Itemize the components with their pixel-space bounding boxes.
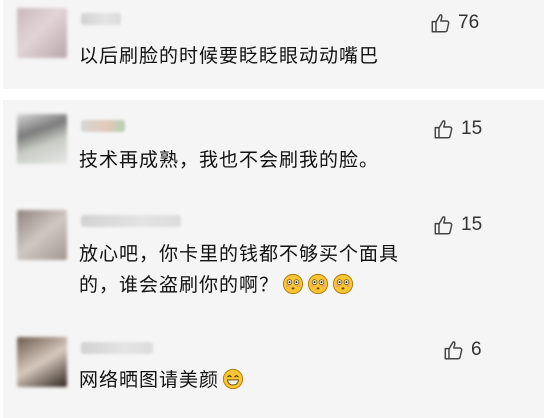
- comment-text-line: 的，谁会盗刷你的啊？: [79, 270, 504, 301]
- comment-text-line: 放心吧，你卡里的钱都不够买个面具: [79, 243, 400, 265]
- like-count: 15: [461, 118, 483, 139]
- thumbs-up-icon: [434, 120, 453, 139]
- comment-text: 技术再成熟，我也不会刷我的脸。: [79, 149, 380, 171]
- username-blurred[interactable]: [81, 342, 153, 354]
- like-count: 6: [471, 339, 482, 360]
- avatar[interactable]: [17, 210, 67, 260]
- like-count: 15: [461, 214, 483, 235]
- username-blurred[interactable]: [81, 13, 121, 25]
- comment-3: 15 放心吧，你卡里的钱都不够买个面具 的，谁会盗刷你的啊？: [3, 200, 544, 320]
- comment-text: 放心吧，你卡里的钱都不够买个面具 的，谁会盗刷你的啊？: [79, 239, 504, 301]
- comment-card: 76 以后刷脸的时候要眨眨眼动动嘴巴: [3, 0, 544, 89]
- flushed-face-icon: [282, 273, 304, 295]
- like-count: 76: [458, 12, 480, 33]
- avatar[interactable]: [17, 114, 67, 164]
- flushed-face-icon: [332, 273, 354, 295]
- username-blurred[interactable]: [81, 120, 125, 132]
- comment-2: 15 技术再成熟，我也不会刷我的脸。: [3, 100, 544, 195]
- comment-4: 6 网络晒图请美颜: [3, 325, 544, 418]
- username-blurred[interactable]: [81, 215, 181, 227]
- thumbs-up-icon: [434, 216, 453, 235]
- comment-text-segment: 的，谁会盗刷你的啊？: [79, 274, 280, 296]
- flushed-face-icon: [307, 273, 329, 295]
- comments-page: 76 以后刷脸的时候要眨眨眼动动嘴巴 15 技术再成熟，我也不会刷我的脸。 15…: [0, 0, 550, 418]
- grinning-face-icon: [222, 368, 244, 390]
- comment-text: 网络晒图请美颜: [79, 365, 504, 396]
- comment-1: 76 以后刷脸的时候要眨眨眼动动嘴巴: [3, 0, 544, 89]
- like-button[interactable]: 76: [430, 12, 479, 34]
- thumbs-up-icon: [444, 341, 463, 360]
- like-button[interactable]: 15: [433, 118, 482, 140]
- like-button[interactable]: 6: [443, 339, 482, 361]
- comment-card: 15 技术再成熟，我也不会刷我的脸。 15 放心吧，你卡里的钱都不够买个面具 的…: [3, 100, 544, 418]
- comment-text-segment: 网络晒图请美颜: [79, 369, 220, 391]
- avatar[interactable]: [17, 8, 67, 58]
- avatar[interactable]: [17, 337, 67, 387]
- like-button[interactable]: 15: [433, 214, 482, 236]
- thumbs-up-icon: [431, 14, 450, 33]
- comment-text: 以后刷脸的时候要眨眨眼动动嘴巴: [79, 45, 380, 67]
